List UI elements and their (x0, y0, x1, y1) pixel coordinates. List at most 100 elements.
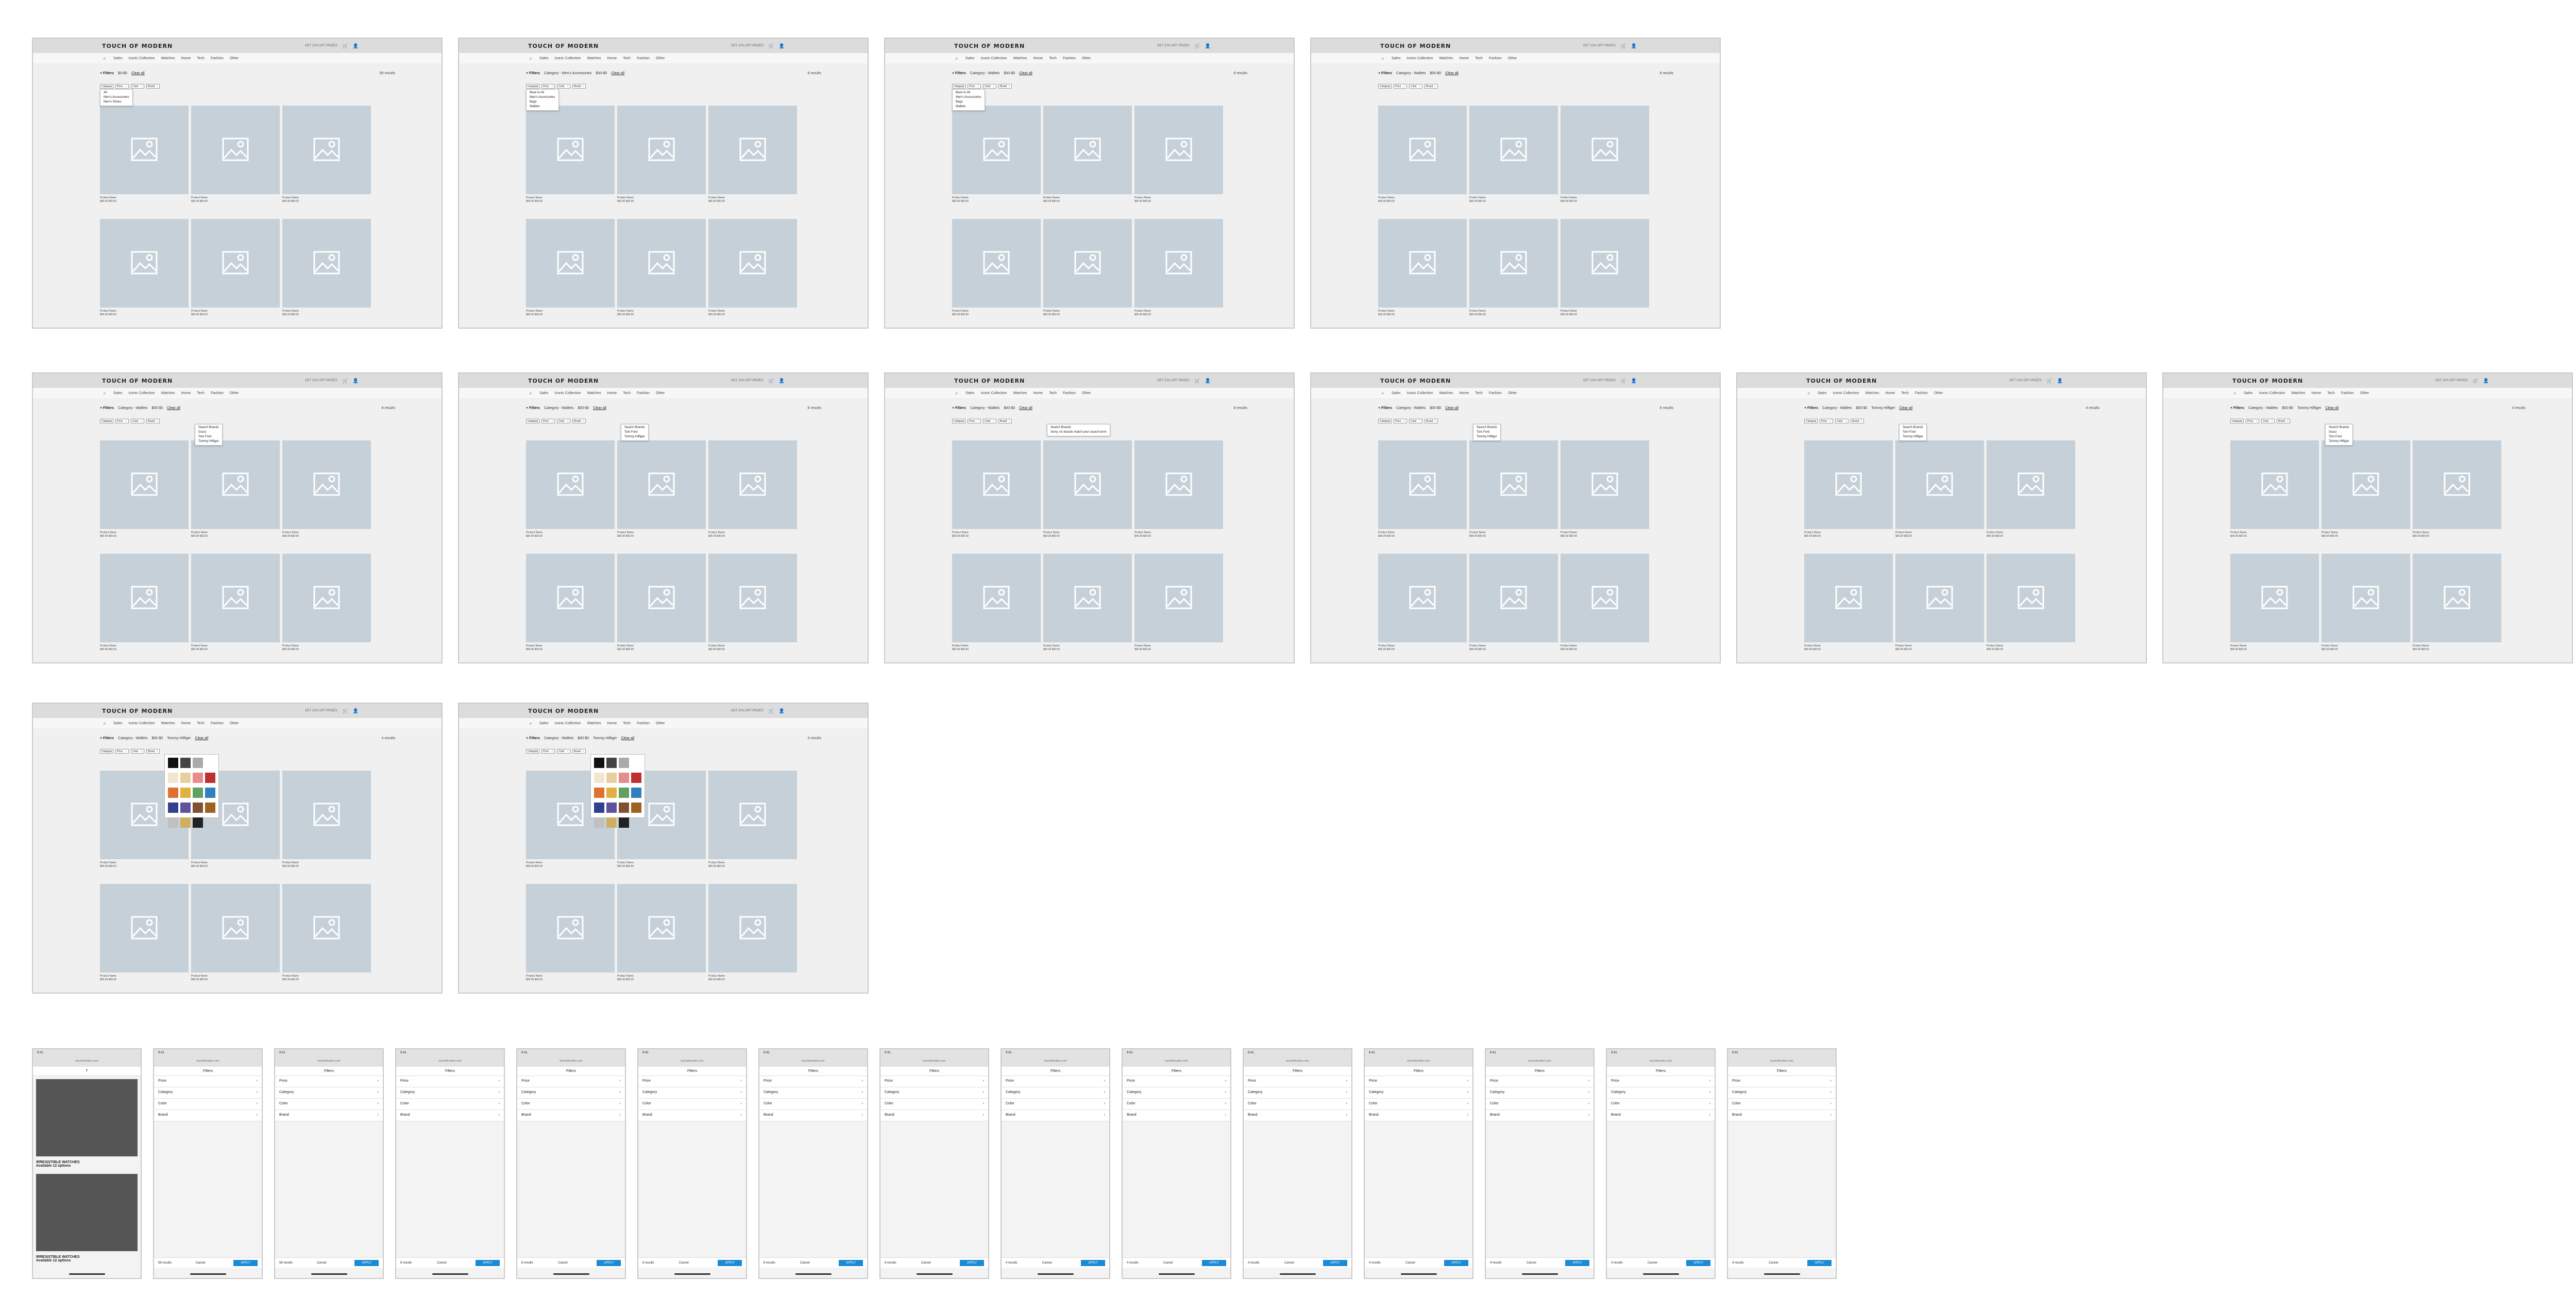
user-icon[interactable]: 👤 (2483, 378, 2489, 383)
nav-item[interactable]: Watches (587, 57, 601, 60)
nav-item[interactable]: Sales (965, 391, 975, 395)
nav-item[interactable]: Other (230, 391, 239, 395)
cart-icon[interactable]: 🛒 (769, 708, 774, 713)
filter-row[interactable]: Color › (1607, 1099, 1715, 1110)
nav-item[interactable]: Home (607, 722, 617, 725)
filter-row[interactable]: Color › (517, 1099, 625, 1110)
color-swatch[interactable] (168, 803, 178, 813)
filter-row[interactable]: Brand › (1607, 1110, 1715, 1121)
site-logo[interactable]: TOUCH OF MODERN (528, 378, 599, 384)
filter-row[interactable]: Price › (1728, 1076, 1836, 1087)
product-card[interactable]: Product Name $00.00 $00.00 (100, 440, 189, 538)
product-card[interactable]: Product Name $00.00 $00.00 (282, 554, 371, 651)
filter-select[interactable]: Color (2261, 419, 2275, 423)
search-icon[interactable]: ⌕ (2232, 390, 2238, 396)
product-card[interactable]: Product Name $00.00 $00.00 (2321, 440, 2410, 538)
nav-item[interactable]: Tech (197, 391, 205, 395)
nav-item[interactable]: Iconic Collection (555, 57, 581, 60)
nav-item[interactable]: Tech (197, 722, 205, 725)
apply-button[interactable]: APPLY (1565, 1259, 1589, 1266)
filter-chip[interactable]: Category - Wallets (544, 737, 573, 740)
filter-chip[interactable]: Tommy Hilfiger (167, 737, 191, 740)
promo-link[interactable]: GET 10% OFF PRIZES (731, 44, 764, 47)
promo-link[interactable]: GET 10% OFF PRIZES (1157, 44, 1190, 47)
product-card[interactable]: Product Name $00.00 $00.00 (526, 219, 615, 316)
dropdown-option[interactable]: Search Brands (1477, 425, 1497, 430)
filter-select[interactable]: Color (1409, 419, 1422, 423)
filter-row[interactable]: Brand › (759, 1110, 867, 1121)
nav-item[interactable]: Watches (1013, 391, 1027, 395)
filter-select[interactable]: Color (131, 749, 144, 754)
apply-button[interactable]: APPLY (1444, 1259, 1468, 1266)
nav-item[interactable]: Sales (965, 57, 975, 60)
nav-item[interactable]: Iconic Collection (555, 722, 581, 725)
user-icon[interactable]: 👤 (353, 43, 359, 48)
nav-item[interactable]: Fashion (211, 57, 224, 60)
promo-link[interactable]: GET 10% OFF PRIZES (731, 709, 764, 712)
product-card[interactable]: Product Name $00.00 $00.00 (282, 771, 371, 868)
color-swatch[interactable] (619, 758, 629, 768)
product-card[interactable]: Product Name $00.00 $00.00 (952, 440, 1041, 538)
cart-icon[interactable]: 🛒 (2047, 378, 2053, 383)
filter-select[interactable]: Price (541, 419, 555, 423)
filter-select[interactable]: Brand (572, 419, 586, 423)
filter-row[interactable]: Price › (275, 1076, 383, 1087)
cart-icon[interactable]: 🛒 (343, 43, 348, 48)
filter-row[interactable]: Color › (275, 1099, 383, 1110)
cancel-button[interactable]: Cancel (1527, 1261, 1536, 1265)
cart-icon[interactable]: 🛒 (769, 43, 774, 48)
color-swatch[interactable] (168, 817, 178, 828)
product-card[interactable]: Product Name $00.00 $00.00 (100, 219, 189, 316)
filter-select[interactable]: Category (100, 419, 113, 423)
filter-select[interactable]: Brand (146, 419, 160, 423)
filter-select[interactable]: Price (115, 749, 129, 754)
product-card[interactable]: Product Name $00.00 $00.00 (282, 106, 371, 203)
filter-row[interactable]: Color › (1002, 1099, 1109, 1110)
filter-row[interactable]: Price › (759, 1076, 867, 1087)
nav-item[interactable]: Sales (539, 722, 549, 725)
dropdown-option[interactable]: Gucci (198, 430, 219, 435)
color-swatch[interactable] (168, 758, 178, 768)
color-swatch[interactable] (631, 803, 641, 813)
filter-select[interactable]: Category (526, 419, 539, 423)
promo-link[interactable]: GET 10% OFF PRIZES (305, 44, 337, 47)
site-logo[interactable]: TOUCH OF MODERN (2232, 378, 2303, 384)
filter-row[interactable]: Price › (1123, 1076, 1230, 1087)
filter-chip[interactable]: Category - Wallets (118, 737, 147, 740)
nav-item[interactable]: Other (1082, 391, 1091, 395)
filter-select[interactable]: Color (557, 419, 570, 423)
color-swatch[interactable] (594, 758, 604, 768)
search-icon[interactable]: ⌕ (1380, 390, 1385, 396)
filter-row[interactable]: Price › (1365, 1076, 1472, 1087)
nav-item[interactable]: Watches (1439, 391, 1453, 395)
search-icon[interactable]: ⌕ (954, 56, 959, 61)
filter-row[interactable]: Category › (880, 1087, 988, 1099)
color-swatch[interactable] (606, 817, 617, 828)
product-card[interactable]: Product Name $00.00 $00.00 (617, 440, 706, 538)
filter-row[interactable]: Category › (638, 1087, 746, 1099)
user-icon[interactable]: 👤 (353, 708, 359, 713)
filter-row[interactable]: Brand › (638, 1110, 746, 1121)
product-card[interactable]: Product Name $00.00 $00.00 (191, 219, 280, 316)
dropdown-option[interactable]: Gucci (2329, 430, 2349, 435)
filter-row[interactable]: Brand › (1244, 1110, 1351, 1121)
filter-row[interactable]: Brand › (1728, 1110, 1836, 1121)
filter-chip[interactable]: Category - Wallets (1396, 72, 1426, 75)
apply-button[interactable]: APPLY (354, 1259, 379, 1266)
filter-chip[interactable]: $00-$0 (1430, 406, 1441, 410)
clear-all-link[interactable]: Clear all (1445, 406, 1459, 410)
nav-item[interactable]: Other (1508, 57, 1517, 60)
filter-chip[interactable]: Category - Wallets (118, 406, 147, 410)
color-swatch[interactable] (594, 817, 604, 828)
dropdown-option[interactable]: Tom Ford (2329, 435, 2349, 439)
filter-row[interactable]: Brand › (275, 1110, 383, 1121)
product-card[interactable]: Product Name $00.00 $00.00 (1895, 440, 1984, 538)
filter-row[interactable]: Category › (275, 1087, 383, 1099)
filter-select[interactable]: Category (100, 749, 113, 754)
nav-item[interactable]: Watches (2291, 391, 2305, 395)
nav-item[interactable]: Home (1459, 57, 1469, 60)
nav-item[interactable]: Watches (1439, 57, 1453, 60)
product-card[interactable]: Product Name $00.00 $00.00 (526, 440, 615, 538)
color-swatch[interactable] (606, 773, 617, 783)
filter-row[interactable]: Category › (759, 1087, 867, 1099)
